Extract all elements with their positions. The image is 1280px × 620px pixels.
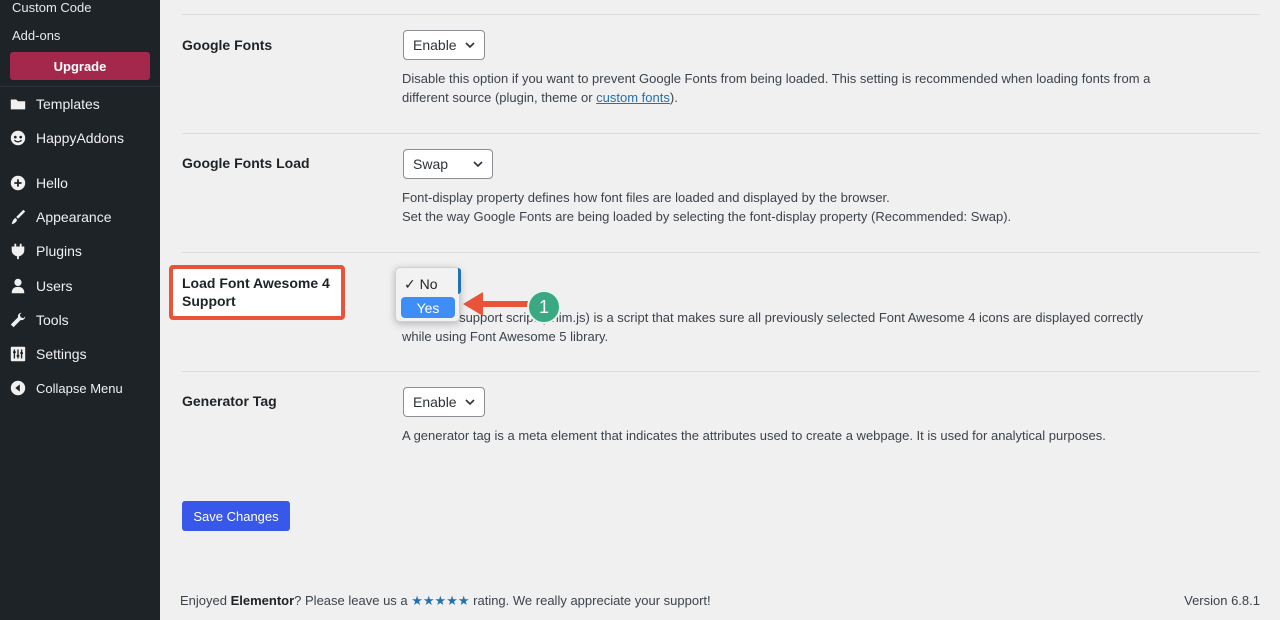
annotation-arrow-icon bbox=[463, 292, 531, 316]
sidebar-item-hello[interactable]: Hello bbox=[0, 166, 160, 200]
sidebar-item-label: Templates bbox=[36, 96, 100, 112]
select-value: Enable bbox=[413, 394, 457, 410]
footer-rating-text: Enjoyed Elementor? Please leave us a ★★★… bbox=[180, 593, 711, 609]
footer-text: ? Please leave us a bbox=[294, 593, 412, 608]
sidebar-item-appearance[interactable]: Appearance bbox=[0, 200, 160, 234]
sidebar-item-templates[interactable]: Templates bbox=[0, 87, 160, 121]
plus-circle-icon bbox=[0, 174, 36, 192]
generator-tag-label: Generator Tag bbox=[182, 393, 277, 409]
footer-brand: Elementor bbox=[230, 593, 295, 608]
step-number-badge: 1 bbox=[527, 290, 561, 324]
user-icon bbox=[0, 277, 36, 295]
font-awesome-dropdown-menu[interactable]: ✓ No Yes bbox=[395, 267, 461, 322]
footer-text: rating. We really appreciate your suppor… bbox=[469, 593, 711, 608]
version-text: Version 6.8.1 bbox=[1184, 593, 1260, 608]
desc-line: while using Font Awesome 5 library. bbox=[402, 329, 609, 344]
plug-icon bbox=[0, 242, 36, 260]
row-divider bbox=[182, 14, 1260, 15]
custom-fonts-link[interactable]: custom fonts bbox=[596, 90, 670, 105]
sidebar-item-plugins[interactable]: Plugins bbox=[0, 234, 160, 268]
wrench-icon bbox=[0, 311, 36, 329]
sidebar-item-happyaddons[interactable]: HappyAddons bbox=[0, 121, 160, 155]
chevron-down-icon bbox=[465, 42, 475, 49]
submenu-item-custom-code[interactable]: Custom Code bbox=[12, 0, 91, 15]
desc-line: Disable this option if you want to preve… bbox=[402, 71, 1151, 86]
sidebar-collapse-menu[interactable]: Collapse Menu bbox=[0, 371, 160, 405]
google-fonts-load-label: Google Fonts Load bbox=[182, 155, 310, 171]
admin-sidebar: Custom Code Add-ons Upgrade Templates Ha… bbox=[0, 0, 160, 620]
chevron-down-icon bbox=[465, 399, 475, 406]
desc-line: different source (plugin, theme or custo… bbox=[402, 88, 1150, 107]
row-divider bbox=[182, 371, 1260, 372]
chevron-down-icon bbox=[473, 161, 483, 168]
select-value: Enable bbox=[413, 37, 457, 53]
sidebar-item-label: Plugins bbox=[36, 243, 82, 259]
label-line: Load Font Awesome 4 bbox=[182, 275, 330, 291]
sidebar-item-tools[interactable]: Tools bbox=[0, 303, 160, 337]
folder-icon bbox=[0, 95, 36, 113]
footer-text: Enjoyed bbox=[180, 593, 231, 608]
sidebar-item-settings[interactable]: Settings bbox=[0, 337, 160, 371]
google-fonts-label: Google Fonts bbox=[182, 37, 273, 53]
sidebar-item-label: Tools bbox=[36, 312, 69, 328]
rating-stars-link[interactable]: ★★★★★ bbox=[411, 593, 469, 608]
happyaddons-icon bbox=[0, 129, 36, 147]
google-fonts-load-select[interactable]: Swap bbox=[403, 149, 493, 179]
paintbrush-icon bbox=[0, 208, 36, 226]
collapse-arrow-icon bbox=[0, 379, 36, 397]
sidebar-item-label: Collapse Menu bbox=[36, 380, 123, 396]
sidebar-item-label: Appearance bbox=[36, 209, 112, 225]
dropdown-option-no[interactable]: ✓ No bbox=[404, 276, 438, 293]
row-divider bbox=[182, 252, 1260, 253]
font-awesome-support-label: Load Font Awesome 4 Support bbox=[182, 274, 330, 310]
desc-text: ). bbox=[669, 90, 678, 105]
sidebar-item-label: Settings bbox=[36, 346, 87, 362]
upgrade-button[interactable]: Upgrade bbox=[10, 52, 150, 80]
row-divider bbox=[182, 133, 1260, 134]
select-value: Swap bbox=[413, 156, 449, 172]
desc-text: different source (plugin, theme or bbox=[402, 90, 597, 105]
settings-content: Google Fonts Enable Disable this option … bbox=[160, 0, 1280, 620]
sidebar-item-label: Users bbox=[36, 278, 73, 294]
generator-tag-description: A generator tag is a meta element that i… bbox=[402, 428, 1106, 443]
submenu-item-add-ons[interactable]: Add-ons bbox=[12, 28, 60, 43]
google-fonts-load-description: Font-display property defines how font f… bbox=[402, 188, 1011, 226]
sidebar-item-label: Hello bbox=[36, 175, 68, 191]
label-line: Support bbox=[182, 293, 236, 309]
desc-line: Set the way Google Fonts are being loade… bbox=[402, 209, 1012, 224]
sidebar-item-label: HappyAddons bbox=[36, 130, 124, 146]
google-fonts-select[interactable]: Enable bbox=[403, 30, 485, 60]
dropdown-option-yes[interactable]: Yes bbox=[401, 297, 455, 318]
generator-tag-select[interactable]: Enable bbox=[403, 387, 485, 417]
desc-line: Font-display property defines how font f… bbox=[402, 190, 890, 205]
sliders-icon bbox=[0, 345, 36, 363]
google-fonts-description: Disable this option if you want to preve… bbox=[402, 69, 1150, 107]
sidebar-item-users[interactable]: Users bbox=[0, 269, 160, 303]
save-changes-button[interactable]: Save Changes bbox=[182, 501, 290, 531]
